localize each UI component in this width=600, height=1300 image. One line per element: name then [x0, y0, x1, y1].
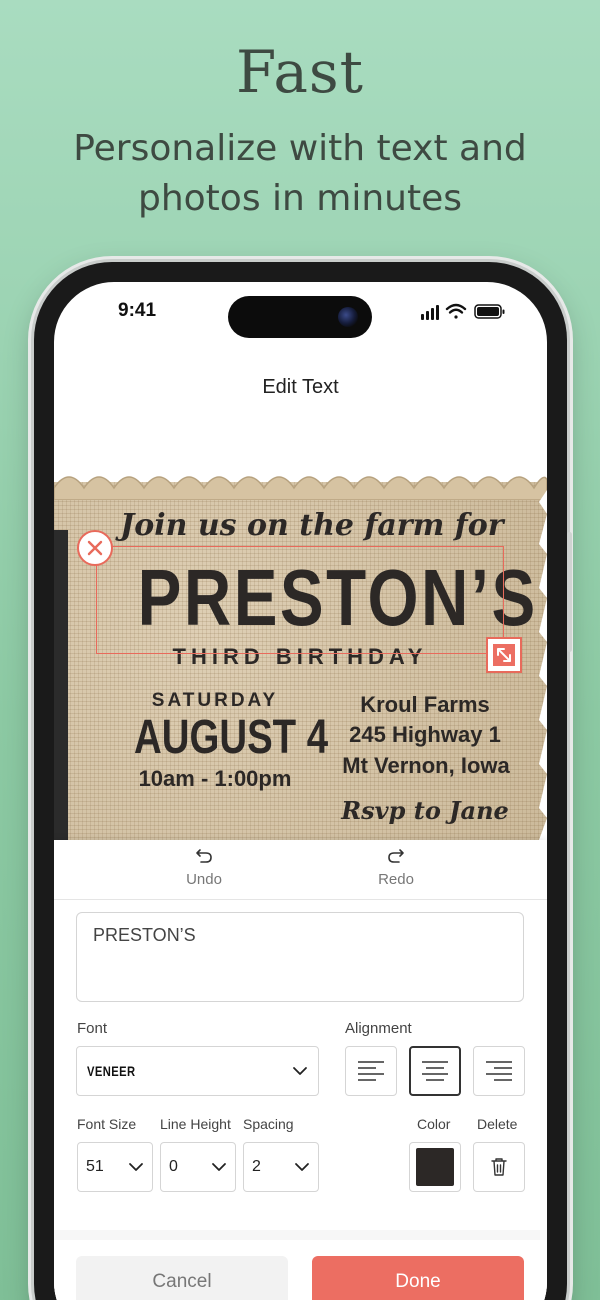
- chevron-down-icon: [293, 1067, 307, 1075]
- wifi-icon: [445, 303, 467, 319]
- card-venue-text[interactable]: Kroul Farms: [330, 692, 520, 718]
- align-right-button[interactable]: [473, 1046, 525, 1096]
- line-height-select[interactable]: 0: [160, 1142, 236, 1192]
- chevron-down-icon: [212, 1163, 226, 1171]
- align-left-button[interactable]: [345, 1046, 397, 1096]
- chevron-down-icon: [129, 1163, 143, 1171]
- scallop-edge: [54, 476, 547, 500]
- align-left-icon: [358, 1061, 384, 1081]
- resize-icon: [493, 644, 515, 666]
- text-input[interactable]: [76, 912, 524, 1002]
- redo-label: Redo: [378, 871, 414, 888]
- card-script-line[interactable]: Join us on the farm for: [120, 508, 504, 543]
- card-address-text[interactable]: 245 Highway 1: [330, 722, 520, 748]
- trash-icon: [491, 1158, 507, 1176]
- editor-controls: Font Alignment VENEER: [54, 900, 547, 1230]
- action-bar: Cancel Done: [54, 1240, 547, 1300]
- power-button: [567, 532, 572, 652]
- card-date-text[interactable]: AUGUST 4: [134, 710, 328, 765]
- align-center-button[interactable]: [409, 1046, 461, 1096]
- resize-handle[interactable]: [486, 637, 522, 673]
- phone-frame: 9:41 Edit Text Join us on the farm for P…: [34, 262, 572, 1300]
- card-edge-strip: [54, 530, 68, 840]
- align-center-icon: [422, 1061, 448, 1081]
- text-selection-box[interactable]: [96, 546, 504, 654]
- delete-label: Delete: [477, 1116, 518, 1132]
- undo-label: Undo: [186, 871, 222, 888]
- alignment-label: Alignment: [345, 1020, 412, 1037]
- font-select[interactable]: VENEER: [76, 1046, 319, 1096]
- font-size-select[interactable]: 51: [77, 1142, 153, 1192]
- redo-icon: [388, 849, 404, 863]
- line-height-value: 0: [169, 1158, 178, 1175]
- camera-icon: [338, 307, 358, 327]
- font-label: Font: [77, 1020, 108, 1037]
- font-select-value: VENEER: [87, 1063, 136, 1079]
- card-rsvp-text[interactable]: Rsvp to Jane: [330, 796, 520, 825]
- promo-headline: Fast: [236, 38, 364, 106]
- delete-text-button[interactable]: [473, 1142, 525, 1192]
- close-icon: [87, 540, 103, 556]
- battery-icon: [474, 304, 505, 319]
- right-scallop-edge: [539, 490, 547, 840]
- cancel-button[interactable]: Cancel: [76, 1256, 288, 1300]
- redo-button[interactable]: Redo: [346, 848, 446, 888]
- font-size-value: 51: [86, 1158, 104, 1175]
- card-preview: Join us on the farm for PRESTON’S THIRD …: [54, 460, 547, 840]
- line-height-label: Line Height: [160, 1116, 231, 1132]
- status-time: 9:41: [118, 300, 157, 321]
- card-time-text[interactable]: 10am - 1:00pm: [120, 766, 310, 792]
- color-picker-button[interactable]: [409, 1142, 461, 1192]
- remove-text-handle[interactable]: [77, 530, 113, 566]
- promo-subline: Personalize with text and photos in minu…: [73, 128, 527, 219]
- card-day-text[interactable]: SATURDAY: [120, 690, 310, 712]
- spacing-select[interactable]: 2: [243, 1142, 319, 1192]
- status-icons: [421, 303, 505, 320]
- undo-icon: [196, 849, 212, 863]
- signal-icon: [421, 305, 439, 320]
- page-title: Edit Text: [262, 376, 339, 398]
- card-city-text[interactable]: Mt Vernon, Iowa: [326, 753, 526, 779]
- edit-toolbar: Undo Redo: [54, 840, 547, 900]
- done-button[interactable]: Done: [312, 1256, 524, 1300]
- color-swatch: [416, 1148, 454, 1186]
- chevron-down-icon: [295, 1163, 309, 1171]
- font-size-label: Font Size: [77, 1116, 137, 1132]
- spacing-label: Spacing: [243, 1116, 294, 1132]
- align-right-icon: [486, 1061, 512, 1081]
- dynamic-island: [228, 296, 372, 338]
- text-editor-panel: Font Alignment VENEER: [54, 900, 547, 1300]
- spacing-value: 2: [252, 1158, 261, 1175]
- phone-screen: 9:41 Edit Text Join us on the farm for P…: [54, 282, 547, 1300]
- color-label: Color: [417, 1116, 451, 1132]
- undo-button[interactable]: Undo: [154, 848, 254, 888]
